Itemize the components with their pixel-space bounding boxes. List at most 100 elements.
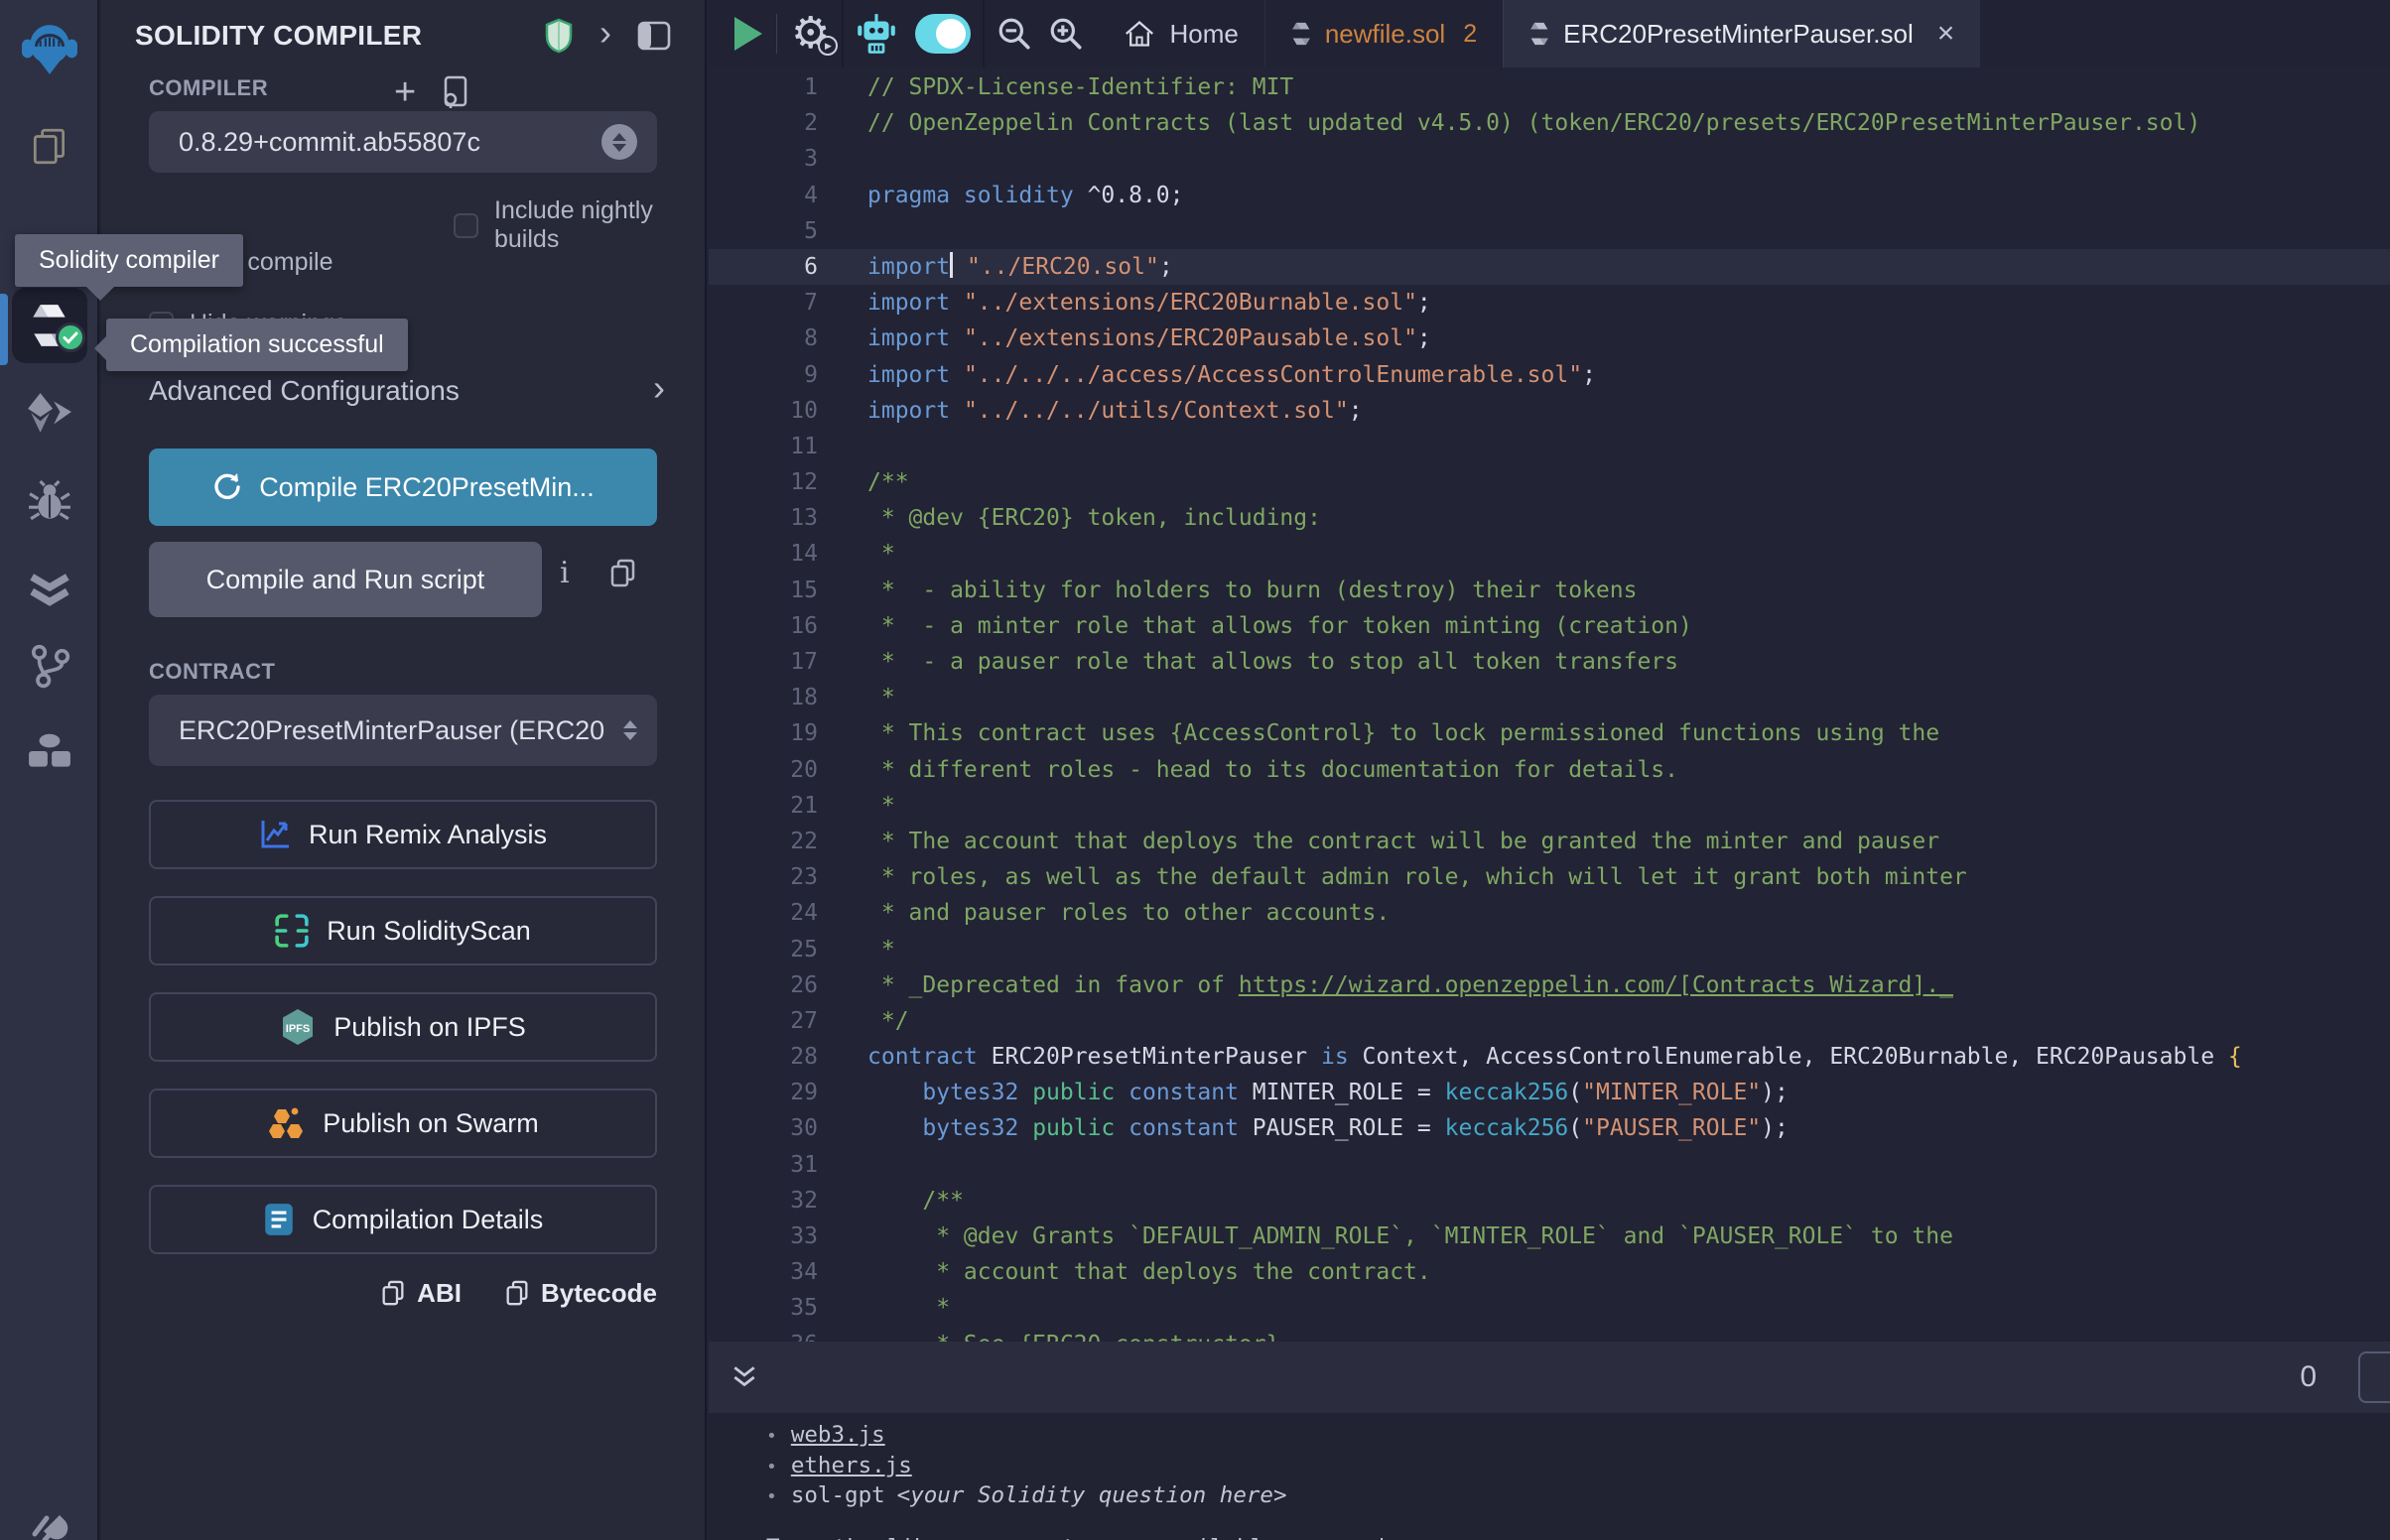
code-line[interactable]: 32 /** — [709, 1183, 2390, 1219]
tab-home[interactable]: Home — [1098, 0, 1263, 67]
compiler-version-select[interactable]: 0.8.29+commit.ab55807c — [149, 111, 657, 173]
terminal-search-box[interactable] — [2358, 1351, 2390, 1403]
code-line[interactable]: 21 * — [709, 788, 2390, 824]
sidebar-item-deploy-run[interactable] — [0, 391, 99, 435]
terminal-list-item[interactable]: •ethers.js — [766, 1452, 2390, 1482]
code-line[interactable]: 30 bytes32 public constant PAUSER_ROLE =… — [709, 1110, 2390, 1146]
sidebar-item-debugger[interactable] — [0, 480, 99, 524]
terminal-link[interactable]: ethers.js — [791, 1452, 912, 1480]
close-tab-icon[interactable]: × — [1937, 19, 1955, 49]
code-line[interactable]: 10import "../../../utils/Context.sol"; — [709, 393, 2390, 429]
code-line[interactable]: 24 * and pauser roles to other accounts. — [709, 895, 2390, 931]
compilation-details-button[interactable]: Compilation Details — [149, 1185, 657, 1254]
code-line[interactable]: 17 * - a pauser role that allows to stop… — [709, 644, 2390, 680]
collapse-panel-icon[interactable]: › — [599, 15, 611, 51]
copy-icon[interactable] — [609, 559, 636, 588]
add-compiler-icon[interactable]: + — [394, 73, 416, 111]
publish-swarm-button[interactable]: Publish on Swarm — [149, 1089, 657, 1158]
sidebar-item-file-explorer[interactable] — [0, 125, 99, 167]
code-line[interactable]: 22 * The account that deploys the contra… — [709, 824, 2390, 859]
refresh-icon — [211, 472, 241, 502]
code-line[interactable]: 26 * _Deprecated in favor of https://wiz… — [709, 967, 2390, 1003]
copy-bytecode-button[interactable]: Bytecode — [505, 1278, 657, 1309]
code-line[interactable]: 15 * - ability for holders to burn (dest… — [709, 573, 2390, 608]
git-icon — [28, 643, 71, 689]
terminal-output[interactable]: •web3.js•ethers.js•sol-gpt<your Solidity… — [709, 1413, 2390, 1540]
remix-logo[interactable] — [0, 20, 99, 77]
zoom-out-icon[interactable] — [996, 16, 1032, 52]
code-line[interactable]: 9import "../../../access/AccessControlEn… — [709, 357, 2390, 393]
code-line[interactable]: 36 * See {ERC20-constructor}. — [709, 1327, 2390, 1342]
code-line[interactable]: 19 * This contract uses {AccessControl} … — [709, 715, 2390, 751]
terminal-link[interactable]: web3.js — [791, 1421, 885, 1450]
run-solidityscan-button[interactable]: Run SolidityScan — [149, 896, 657, 965]
advanced-configurations-label: Advanced Configurations — [149, 375, 653, 407]
ai-toggle-on[interactable] — [915, 14, 971, 54]
code-line[interactable]: 1// SPDX-License-Identifier: MIT — [709, 69, 2390, 105]
include-nightly-label: Include nightly builds — [494, 196, 705, 254]
tab-erc20presetminterpauser-sol[interactable]: ERC20PresetMinterPauser.sol × — [1503, 0, 1980, 67]
shield-icon[interactable] — [544, 18, 574, 54]
code-line-text: * — [856, 788, 895, 824]
code-line[interactable]: 27 */ — [709, 1003, 2390, 1039]
terminal-list: •web3.js•ethers.js•sol-gpt<your Solidity… — [766, 1421, 2390, 1512]
code-line[interactable]: 2// OpenZeppelin Contracts (last updated… — [709, 105, 2390, 141]
compile-and-run-button[interactable]: Compile and Run script — [149, 542, 542, 617]
code-line[interactable]: 13 * @dev {ERC20} token, including: — [709, 500, 2390, 536]
include-nightly-checkbox[interactable] — [454, 213, 478, 238]
line-number: 25 — [709, 932, 856, 967]
advanced-expand-icon[interactable]: › — [653, 370, 665, 406]
run-script-gear-icon[interactable]: ⚙▶ — [791, 12, 830, 56]
ai-robot-icon[interactable] — [856, 11, 897, 57]
code-line[interactable]: 6import "../ERC20.sol"; — [709, 249, 2390, 285]
advanced-configurations-section[interactable]: Advanced Configurations › — [149, 375, 665, 407]
ipfs-icon: IPFS — [280, 1008, 316, 1046]
sidebar-item-git[interactable] — [0, 643, 99, 689]
sidebar-item-static-analysis[interactable] — [0, 572, 99, 607]
version-spinner-icon[interactable] — [601, 124, 637, 160]
line-number: 24 — [709, 895, 856, 931]
code-line[interactable]: 5 — [709, 213, 2390, 249]
compile-button-label: Compile ERC20PresetMin... — [259, 472, 595, 503]
info-icon[interactable]: i — [560, 556, 570, 590]
code-line[interactable]: 16 * - a minter role that allows for tok… — [709, 608, 2390, 644]
code-line[interactable]: 23 * roles, as well as the default admin… — [709, 859, 2390, 895]
code-line[interactable]: 7import "../extensions/ERC20Burnable.sol… — [709, 285, 2390, 321]
code-line[interactable]: 34 * account that deploys the contract. — [709, 1254, 2390, 1290]
compiler-license-icon[interactable] — [440, 75, 469, 109]
run-remix-analysis-button[interactable]: Run Remix Analysis — [149, 800, 657, 869]
split-panel-icon[interactable] — [637, 21, 671, 51]
compile-button[interactable]: Compile ERC20PresetMin... — [149, 449, 657, 526]
code-line[interactable]: 8import "../extensions/ERC20Pausable.sol… — [709, 321, 2390, 356]
publish-swarm-label: Publish on Swarm — [323, 1108, 539, 1139]
line-number: 10 — [709, 393, 856, 429]
code-line[interactable]: 14 * — [709, 536, 2390, 572]
contract-select[interactable]: ERC20PresetMinterPauser (ERC20 — [149, 695, 657, 766]
code-editor[interactable]: 1// SPDX-License-Identifier: MIT2// Open… — [709, 67, 2390, 1342]
line-number: 8 — [709, 321, 856, 356]
line-number: 3 — [709, 141, 856, 177]
sidebar-item-plug[interactable] — [0, 1504, 99, 1540]
terminal-collapse-icon[interactable] — [730, 1365, 758, 1389]
code-line[interactable]: 31 — [709, 1147, 2390, 1183]
sidebar-item-plugin-manager[interactable] — [0, 732, 99, 770]
code-line[interactable]: 3 — [709, 141, 2390, 177]
code-line[interactable]: 20 * different roles - head to its docum… — [709, 752, 2390, 788]
publish-ipfs-button[interactable]: IPFS Publish on IPFS — [149, 992, 657, 1062]
code-line[interactable]: 11 — [709, 429, 2390, 464]
tab-newfile-sol[interactable]: newfile.sol 2 — [1264, 0, 1503, 67]
code-line[interactable]: 18 * — [709, 680, 2390, 715]
contract-spinner-icon[interactable] — [623, 720, 637, 740]
zoom-in-icon[interactable] — [1048, 16, 1084, 52]
copy-abi-button[interactable]: ABI — [381, 1278, 462, 1309]
code-line[interactable]: 4pragma solidity ^0.8.0; — [709, 178, 2390, 213]
code-line[interactable]: 25 * — [709, 932, 2390, 967]
code-line[interactable]: 12/** — [709, 464, 2390, 500]
code-line[interactable]: 33 * @dev Grants `DEFAULT_ADMIN_ROLE`, `… — [709, 1219, 2390, 1254]
code-line-text: /** — [856, 464, 909, 500]
code-line[interactable]: 28contract ERC20PresetMinterPauser is Co… — [709, 1039, 2390, 1075]
code-line[interactable]: 29 bytes32 public constant MINTER_ROLE =… — [709, 1075, 2390, 1110]
terminal-list-item[interactable]: •web3.js — [766, 1421, 2390, 1452]
code-line[interactable]: 35 * — [709, 1290, 2390, 1326]
play-icon[interactable] — [734, 17, 762, 51]
